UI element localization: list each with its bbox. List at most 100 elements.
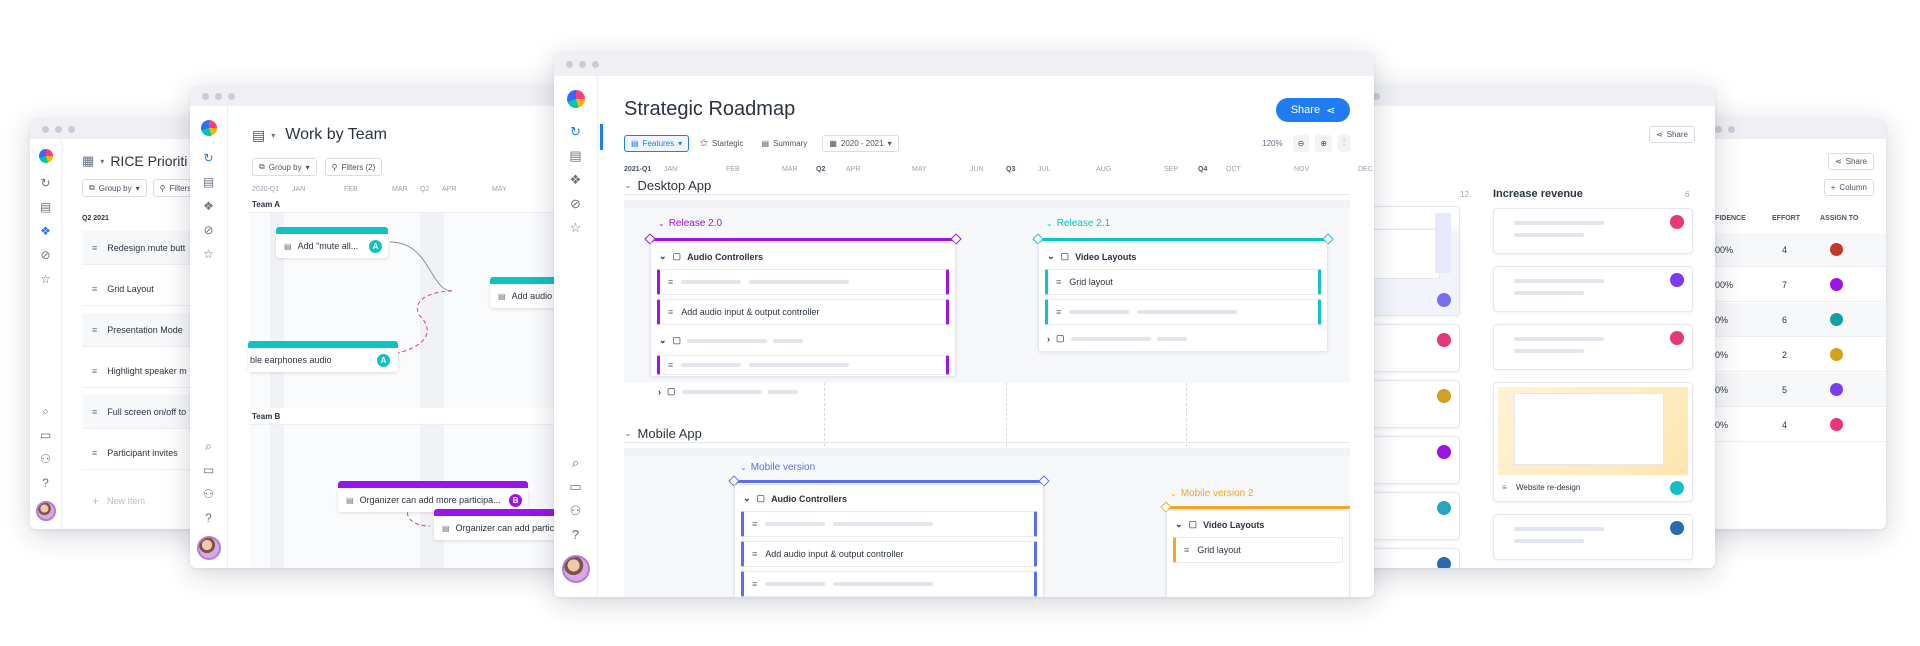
effort-cell[interactable]: 5: [1782, 385, 1787, 395]
refresh-icon[interactable]: ↻: [203, 151, 213, 165]
board-card[interactable]: [1493, 324, 1693, 370]
avatar[interactable]: [1830, 348, 1843, 361]
table-row[interactable]: 100% 7: [1690, 268, 1886, 302]
mobile-version-2[interactable]: ⌄ Mobile version 2: [1170, 488, 1254, 499]
shapes-icon[interactable]: ❖: [203, 199, 214, 213]
app-logo[interactable]: [200, 120, 217, 136]
features-tab[interactable]: ▤ Features ▾: [624, 134, 690, 152]
group-header[interactable]: ⌄ ▢ Video Layouts: [1175, 519, 1264, 530]
new-item-button[interactable]: + New Item: [92, 494, 145, 508]
chevron-down-icon[interactable]: ▾: [271, 131, 275, 140]
effort-cell[interactable]: 4: [1782, 420, 1787, 430]
shapes-icon[interactable]: ❖: [570, 173, 582, 187]
feature-row[interactable]: ≡: [657, 355, 949, 375]
users-icon[interactable]: ⚇: [203, 487, 214, 501]
section-desktop[interactable]: ⌄ Desktop App: [624, 178, 711, 193]
search-icon[interactable]: ⌕: [205, 439, 212, 453]
feature-row[interactable]: ≡ Grid layout: [1173, 537, 1343, 563]
document-icon[interactable]: ▤: [40, 200, 51, 214]
release-2-1[interactable]: ⌄ Release 2.1: [1046, 218, 1110, 229]
feature-row[interactable]: ≡: [741, 511, 1037, 537]
search-icon[interactable]: ⌕: [572, 456, 579, 470]
group-header[interactable]: › ▢: [658, 386, 798, 397]
roadmap-icon[interactable]: ▤: [252, 127, 265, 144]
target-icon[interactable]: ⊘: [570, 197, 581, 211]
target-icon[interactable]: ⊘: [40, 248, 50, 262]
share-button[interactable]: Share ⋖: [1276, 98, 1350, 122]
effort-cell[interactable]: 2: [1782, 350, 1787, 360]
effort-cell[interactable]: 7: [1782, 280, 1787, 290]
table-row[interactable]: 80% 4: [1690, 408, 1886, 442]
zoom-out-button[interactable]: ⊖: [1292, 134, 1310, 152]
mobile-version[interactable]: ⌄ Mobile version: [740, 462, 815, 473]
chat-icon[interactable]: ▭: [40, 428, 51, 442]
feature-row[interactable]: ≡: [657, 269, 949, 295]
zoom-in-button[interactable]: ⊕: [1315, 134, 1332, 152]
board-card[interactable]: ≡ Website re-design: [1493, 382, 1693, 502]
app-logo[interactable]: [38, 149, 53, 163]
avatar[interactable]: [1670, 331, 1684, 345]
release-2-0[interactable]: ⌄ Release 2.0: [658, 218, 722, 229]
avatar[interactable]: [1437, 557, 1451, 568]
chevron-down-icon[interactable]: ▾: [100, 157, 104, 166]
group-header[interactable]: › ▢: [1047, 333, 1187, 344]
group-by-button[interactable]: ⧉ Group by ▾: [252, 158, 317, 176]
refresh-icon[interactable]: ↻: [570, 125, 581, 139]
filters-button[interactable]: ⚲ Filters (2): [324, 158, 383, 176]
table-icon[interactable]: ▦: [82, 154, 94, 167]
feature-row[interactable]: ≡: [1045, 299, 1321, 325]
board-card[interactable]: [1493, 208, 1693, 254]
summary-tab[interactable]: ▤ Summary: [754, 134, 815, 152]
task-card[interactable]: ▤ Add "mute all... A: [276, 227, 388, 258]
avatar[interactable]: [1830, 243, 1843, 256]
chat-icon[interactable]: ▭: [203, 463, 214, 477]
group-header[interactable]: ⌄ ▢: [659, 335, 804, 346]
avatar[interactable]: [1437, 293, 1451, 307]
column-header[interactable]: EFFORT: [1772, 215, 1800, 222]
board-card[interactable]: [1493, 266, 1693, 312]
feature-row[interactable]: ≡ Add audio input & output controller: [741, 541, 1037, 567]
chat-icon[interactable]: ▭: [569, 480, 581, 494]
table-row[interactable]: 90% 6: [1690, 303, 1886, 337]
avatar[interactable]: [1670, 481, 1684, 495]
section-mobile[interactable]: ⌄ Mobile App: [624, 426, 702, 441]
table-row[interactable]: 100% 4: [1690, 233, 1886, 267]
star-icon[interactable]: ☆: [203, 247, 214, 261]
group-header[interactable]: ⌄ ▢ Audio Controllers: [659, 251, 763, 262]
group-header[interactable]: ⌄ ▢ Video Layouts: [1047, 251, 1136, 262]
help-icon[interactable]: ?: [205, 511, 212, 525]
target-icon[interactable]: ⊘: [203, 223, 213, 237]
avatar[interactable]: [35, 501, 56, 521]
app-logo[interactable]: [566, 90, 585, 108]
group-by-button[interactable]: ⧉ Group by ▾: [82, 179, 147, 197]
avatar[interactable]: [1670, 273, 1684, 287]
refresh-icon[interactable]: ↻: [40, 176, 50, 190]
document-icon[interactable]: ▤: [569, 149, 581, 163]
feature-row[interactable]: ≡ Grid layout: [1045, 269, 1321, 295]
avatar[interactable]: [1830, 418, 1843, 431]
settings-button[interactable]: ⫶: [1338, 134, 1350, 152]
task-card[interactable]: ble earphones audio A: [248, 341, 398, 372]
strategic-tab[interactable]: ⚝ Startegic: [693, 134, 751, 152]
avatar[interactable]: [196, 536, 221, 560]
avatar[interactable]: [1437, 501, 1451, 515]
avatar[interactable]: [561, 555, 590, 583]
star-icon[interactable]: ☆: [570, 221, 582, 235]
board-card[interactable]: [1493, 514, 1693, 560]
date-range-dropdown[interactable]: ▦ 2020 - 2021 ▾: [822, 134, 899, 152]
effort-cell[interactable]: 4: [1782, 245, 1787, 255]
group-header[interactable]: ⌄ ▢ Audio Controllers: [743, 493, 847, 504]
share-button[interactable]: ⋖ Share: [1648, 126, 1695, 143]
share-button[interactable]: ⋖ Share: [1827, 153, 1874, 170]
shapes-icon[interactable]: ❖: [40, 224, 51, 238]
avatar[interactable]: [1437, 333, 1451, 347]
help-icon[interactable]: ?: [42, 476, 49, 490]
feature-row[interactable]: ≡: [741, 571, 1037, 597]
avatar[interactable]: [1437, 389, 1451, 403]
avatar[interactable]: [1437, 445, 1451, 459]
avatar[interactable]: [1830, 278, 1843, 291]
avatar[interactable]: [1830, 383, 1843, 396]
feature-row[interactable]: ≡ Add audio input & output controller: [657, 299, 949, 325]
users-icon[interactable]: ⚇: [40, 452, 51, 466]
column-header[interactable]: ASSIGN TO: [1820, 215, 1858, 222]
